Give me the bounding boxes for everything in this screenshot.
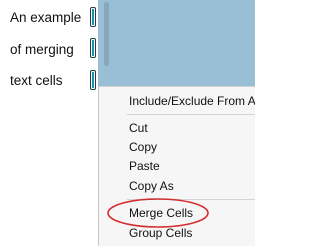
cell-2-handle-icon[interactable] <box>90 38 96 58</box>
context-menu: Include/Exclude From AI C Cut Copy Paste… <box>98 86 255 246</box>
menu-item-cut[interactable]: Cut <box>129 121 148 135</box>
menu-item-merge-cells[interactable]: Merge Cells <box>129 206 193 220</box>
menu-item-include-exclude-ai[interactable]: Include/Exclude From AI C <box>129 94 255 108</box>
menu-divider <box>127 199 255 200</box>
notebook-view: An example of merging text cells Include… <box>0 0 255 246</box>
menu-item-copy[interactable]: Copy <box>129 140 157 154</box>
scrollbar-thumb[interactable] <box>104 2 109 66</box>
text-cell-1[interactable]: An example <box>10 10 81 25</box>
text-cell-2[interactable]: of merging <box>10 42 74 57</box>
cell-1-handle-icon[interactable] <box>90 7 96 27</box>
cell-3-handle-icon[interactable] <box>90 70 96 90</box>
menu-item-paste[interactable]: Paste <box>129 159 160 173</box>
menu-divider <box>127 114 255 115</box>
menu-item-copy-as[interactable]: Copy As <box>129 179 174 193</box>
text-cell-3[interactable]: text cells <box>10 73 63 88</box>
canvas-area <box>98 0 255 86</box>
menu-item-group-cells[interactable]: Group Cells <box>129 226 192 240</box>
